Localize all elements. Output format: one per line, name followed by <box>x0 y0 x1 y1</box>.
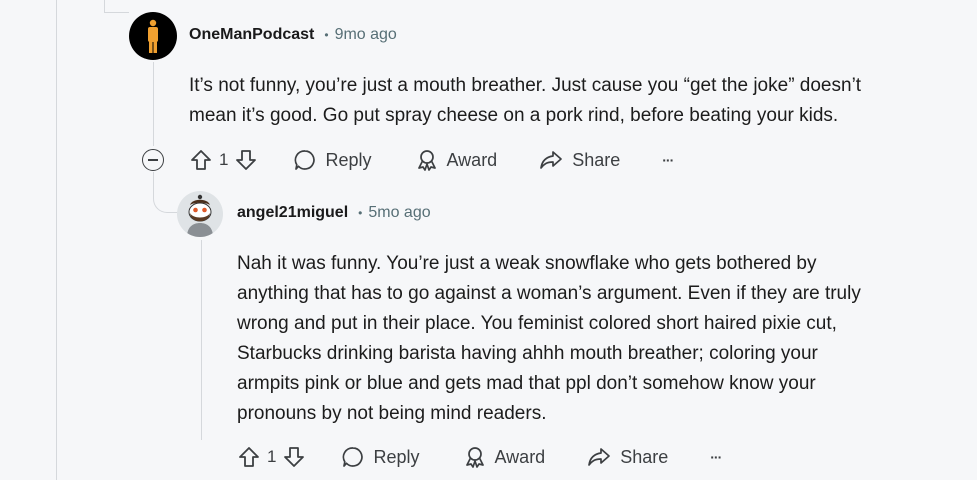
ellipsis-icon: ··· <box>710 449 722 465</box>
person-silhouette-orange-icon <box>148 19 158 53</box>
share-button[interactable]: Share <box>587 446 668 468</box>
share-label: Share <box>572 149 621 170</box>
comment-actions: 1 Reply Award Share ··· <box>189 145 674 175</box>
comment-timestamp[interactable]: 5mo ago <box>368 204 430 222</box>
share-arrow-icon <box>588 448 611 466</box>
speech-bubble-icon <box>295 150 316 170</box>
award-label: Award <box>446 149 498 170</box>
vote-controls: 1 <box>237 445 306 469</box>
award-label: Award <box>494 446 546 467</box>
vote-count: 1 <box>267 447 277 466</box>
upvote-arrow-icon[interactable] <box>237 445 261 469</box>
share-label: Share <box>620 446 669 467</box>
username[interactable]: angel21miguel <box>237 204 348 222</box>
meta-separator: • <box>358 206 363 220</box>
reply-label: Reply <box>373 446 420 467</box>
reply-button[interactable]: Reply <box>294 149 372 171</box>
share-button[interactable]: Share <box>539 149 620 171</box>
reply-button[interactable]: Reply <box>342 446 420 468</box>
award-ribbon-icon <box>465 447 484 468</box>
thread-elbow-reply <box>153 172 178 213</box>
ellipsis-icon: ··· <box>662 152 674 168</box>
speech-bubble-icon <box>343 447 364 467</box>
thread-line-comment1 <box>153 62 154 146</box>
comment-body: Nah it was funny. You’re just a weak sno… <box>237 249 861 429</box>
comment-line: mean it’s good. Go put spray cheese on a… <box>189 105 839 126</box>
award-ribbon-icon <box>417 150 436 171</box>
thread-line-comment2 <box>201 240 202 440</box>
comment-line: It’s not funny, you’re just a mouth brea… <box>189 75 862 96</box>
comment-header: OneManPodcast • 9mo ago <box>189 26 397 44</box>
minus-icon <box>148 159 158 161</box>
username[interactable]: OneManPodcast <box>189 26 314 44</box>
more-options-button[interactable]: ··· <box>662 152 674 168</box>
comment-timestamp[interactable]: 9mo ago <box>335 26 397 44</box>
thread-elbow-top <box>104 0 129 13</box>
downvote-arrow-icon[interactable] <box>234 148 258 172</box>
award-button[interactable]: Award <box>416 149 498 171</box>
thread-line-outer <box>56 0 57 480</box>
comment-body: It’s not funny, you’re just a mouth brea… <box>189 71 861 131</box>
comment-line: pronouns by not being mind readers. <box>237 403 547 424</box>
user-avatar-onemanpodcast[interactable] <box>129 12 177 60</box>
share-arrow-icon <box>540 151 563 169</box>
meta-separator: • <box>324 28 329 42</box>
comment-line: Starbucks drinking barista having ahhh m… <box>237 343 818 364</box>
upvote-arrow-icon[interactable] <box>189 148 213 172</box>
vote-controls: 1 <box>189 148 258 172</box>
comment-line: Nah it was funny. You’re just a weak sno… <box>237 253 817 274</box>
award-button[interactable]: Award <box>464 446 546 468</box>
comment-line: wrong and put in their place. You femini… <box>237 313 837 334</box>
user-avatar-angel21miguel[interactable] <box>177 191 223 237</box>
reply-label: Reply <box>325 149 372 170</box>
collapse-thread-button[interactable] <box>142 149 164 171</box>
comment-header: angel21miguel • 5mo ago <box>237 204 431 222</box>
comment-actions: 1 Reply Award Share ··· <box>237 442 722 472</box>
downvote-arrow-icon[interactable] <box>282 445 306 469</box>
comment-line: anything that has to go against a woman’… <box>237 283 861 304</box>
more-options-button[interactable]: ··· <box>710 449 722 465</box>
vote-count: 1 <box>219 150 229 169</box>
snoo-bearded-avatar-icon <box>177 191 223 237</box>
comment-line: armpits pink or blue and gets mad that p… <box>237 373 816 394</box>
